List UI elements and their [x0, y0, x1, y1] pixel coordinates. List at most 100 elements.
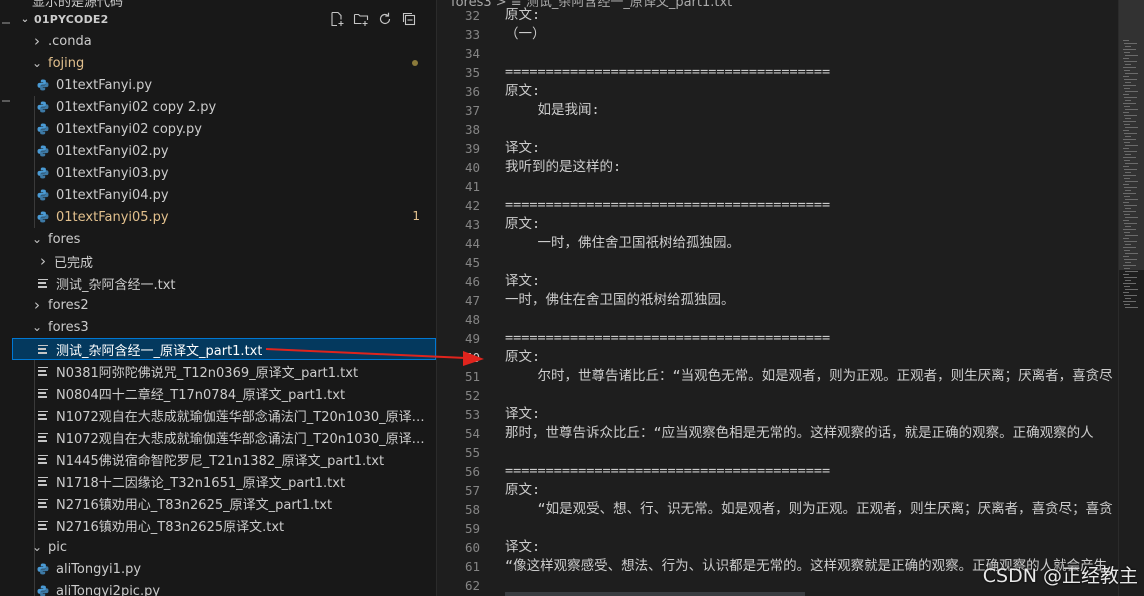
- code-line[interactable]: 60 译文:: [437, 538, 1118, 557]
- file-row[interactable]: 01textFanyi02 copy.py: [12, 118, 436, 140]
- code-line[interactable]: 32 原文:: [437, 6, 1118, 25]
- file-row[interactable]: aliTongyi2pic.py: [12, 580, 436, 596]
- new-file-icon[interactable]: [328, 10, 346, 28]
- code-line[interactable]: 44 一时，佛住舍卫国祇树给孤独园。: [437, 234, 1118, 253]
- folder-row[interactable]: ⌄ fores3: [12, 316, 436, 338]
- file-row[interactable]: 01textFanyi02.py: [12, 140, 436, 162]
- folder-row[interactable]: › 已完成: [12, 250, 436, 272]
- code-line[interactable]: 54 那时，世尊告诉众比丘：“应当观察色相是无常的。这样观察的话，就是正确的观察。…: [437, 424, 1118, 443]
- code-line[interactable]: 52: [437, 386, 1118, 405]
- line-number: 38: [464, 122, 480, 137]
- code-line[interactable]: 36 原文:: [437, 82, 1118, 101]
- minimap-line: [1125, 181, 1138, 182]
- code-line[interactable]: 41: [437, 177, 1118, 196]
- code-line[interactable]: 51 尔时，世尊告诸比丘：“当观色无常。如是观者，则为正观。正观者，则生厌离；厌…: [437, 367, 1118, 386]
- minimap-line: [1124, 106, 1130, 107]
- folder-row[interactable]: › .conda: [12, 30, 436, 52]
- minimap-line: [1123, 130, 1129, 131]
- line-number: 48: [464, 312, 480, 327]
- chevron-down-icon[interactable]: ⌄: [30, 540, 44, 554]
- code-line[interactable]: 39 译文:: [437, 139, 1118, 158]
- minimap-line: [1123, 292, 1129, 293]
- chevron-down-icon[interactable]: ⌄: [30, 320, 44, 334]
- folder-row[interactable]: ⌄ pic: [12, 536, 436, 558]
- folder-row[interactable]: ⌄ fojing: [12, 52, 436, 74]
- chevron-down-icon[interactable]: ⌄: [30, 232, 44, 246]
- minimap-line: [1125, 289, 1138, 290]
- minimap-line: [1124, 304, 1130, 305]
- line-number: 57: [464, 483, 480, 498]
- file-row[interactable]: N1445佛说宿命智陀罗尼_T21n1382_原译文_part1.txt: [12, 448, 436, 470]
- folder-row[interactable]: ⌄ fores: [12, 228, 436, 250]
- minimap-line: [1125, 217, 1138, 218]
- file-row[interactable]: 01textFanyi.py: [12, 74, 436, 96]
- file-row[interactable]: 01textFanyi03.py: [12, 162, 436, 184]
- chevron-down-icon: ⌄: [20, 13, 30, 25]
- editor-text[interactable]: 32 原文: 33 （一） 34 35 ==========================…: [437, 6, 1118, 596]
- code-line[interactable]: 47 一时，佛住在舍卫国的祇树给孤独园。: [437, 291, 1118, 310]
- code-line[interactable]: 59: [437, 519, 1118, 538]
- file-row[interactable]: N1072观自在大悲成就瑜伽莲华部念诵法门_T20n1030_原译文_pa...: [12, 404, 436, 426]
- minimap[interactable]: [1118, 0, 1144, 596]
- minimap-line: [1123, 229, 1136, 230]
- file-row[interactable]: N2716镇劝用心_T83n2625_原译文_part1.txt: [12, 492, 436, 514]
- code-line[interactable]: 34: [437, 44, 1118, 63]
- code-line[interactable]: 46 译文:: [437, 272, 1118, 291]
- code-line[interactable]: 42 ======================================…: [437, 196, 1118, 215]
- code-line[interactable]: 40 我听到的是这样的:: [437, 158, 1118, 177]
- tree-item-label: 01textFanyi03.py: [56, 165, 169, 181]
- line-number: 61: [464, 559, 480, 574]
- file-row[interactable]: N1072观自在大悲成就瑜伽莲华部念诵法门_T20n1030_原译文_part.…: [12, 426, 436, 448]
- code-line[interactable]: 45: [437, 253, 1118, 272]
- code-line[interactable]: 53 译文:: [437, 405, 1118, 424]
- tree-item-label: fores2: [48, 297, 89, 313]
- code-line[interactable]: 49 ======================================…: [437, 329, 1118, 348]
- code-line[interactable]: 37 如是我闻:: [437, 101, 1118, 120]
- line-text: “如是观受、想、行、识无常。如是观者，则为正观。正观者，则生厌离；厌离者，喜贪尽…: [505, 501, 1113, 517]
- code-line[interactable]: 33 （一）: [437, 25, 1118, 44]
- tree-item-label: N0381阿弥陀佛说咒_T12n0369_原译文_part1.txt: [56, 365, 359, 381]
- chevron-down-icon[interactable]: ⌄: [30, 56, 44, 70]
- code-line[interactable]: 55: [437, 443, 1118, 462]
- file-row[interactable]: 01textFanyi02 copy 2.py: [12, 96, 436, 118]
- line-number: 45: [464, 255, 480, 270]
- minimap-line: [1124, 169, 1137, 170]
- minimap-line: [1123, 202, 1129, 203]
- tree-item-label: N1718十二因缘论_T32n1651_原译文_part1.txt: [56, 475, 346, 491]
- file-row[interactable]: N0381阿弥陀佛说咒_T12n0369_原译文_part1.txt: [12, 360, 436, 382]
- minimap-line: [1123, 175, 1136, 176]
- file-row[interactable]: N1718十二因缘论_T32n1651_原译文_part1.txt: [12, 470, 436, 492]
- chevron-right-icon[interactable]: ›: [36, 252, 50, 270]
- modified-dot-icon: [412, 60, 418, 66]
- explorer-section-header[interactable]: ⌄ 01PYCODE2: [12, 8, 436, 30]
- code-line[interactable]: 38: [437, 120, 1118, 139]
- folder-row[interactable]: › fores2: [12, 294, 436, 316]
- tree-item-label: .conda: [48, 33, 92, 49]
- code-line[interactable]: 50 原文:: [437, 348, 1118, 367]
- code-line[interactable]: 56 ======================================…: [437, 462, 1118, 481]
- code-line[interactable]: 48: [437, 310, 1118, 329]
- line-number: 44: [464, 236, 480, 251]
- tree-item-label: N1445佛说宿命智陀罗尼_T21n1382_原译文_part1.txt: [56, 453, 385, 469]
- line-number: 36: [464, 84, 480, 99]
- file-row[interactable]: 01textFanyi04.py: [12, 184, 436, 206]
- refresh-icon[interactable]: [376, 10, 394, 28]
- line-text: 原文:: [505, 83, 541, 99]
- file-row[interactable]: 测试_杂阿含经一_原译文_part1.txt: [12, 338, 436, 360]
- file-row[interactable]: 测试_杂阿含经一.txt: [12, 272, 436, 294]
- new-folder-icon[interactable]: [352, 10, 370, 28]
- file-row[interactable]: N0804四十二章经_T17n0784_原译文_part1.txt: [12, 382, 436, 404]
- file-row[interactable]: 01textFanyi05.py 1: [12, 206, 436, 228]
- line-text: 原文:: [505, 349, 541, 365]
- file-row[interactable]: N2716镇劝用心_T83n2625原译文.txt: [12, 514, 436, 536]
- file-row[interactable]: aliTongyi1.py: [12, 558, 436, 580]
- chevron-right-icon[interactable]: ›: [30, 296, 44, 314]
- editor-pane[interactable]: fores3 > ≡ 测试_杂阿含经一_原译文_part1.txt 32 原文: 3…: [437, 0, 1118, 596]
- code-line[interactable]: 35 ======================================…: [437, 63, 1118, 82]
- tree-item-label: 01textFanyi02 copy 2.py: [56, 99, 217, 115]
- chevron-right-icon[interactable]: ›: [30, 32, 44, 50]
- collapse-all-icon[interactable]: [400, 10, 418, 28]
- code-line[interactable]: 43 原文:: [437, 215, 1118, 234]
- code-line[interactable]: 57 原文:: [437, 481, 1118, 500]
- code-line[interactable]: 58 “如是观受、想、行、识无常。如是观者，则为正观。正观者，则生厌离；厌离者，…: [437, 500, 1118, 519]
